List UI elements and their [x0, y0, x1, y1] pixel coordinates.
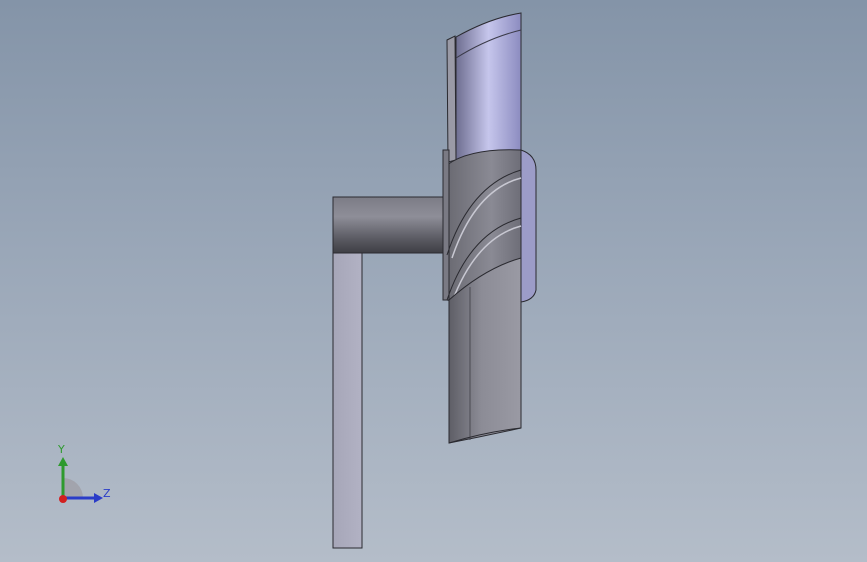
coordinate-triad: Y Z — [48, 440, 118, 510]
upper-blade[interactable] — [446, 12, 522, 166]
shaft[interactable] — [332, 196, 450, 254]
z-axis-label: Z — [103, 487, 111, 500]
support-post[interactable] — [332, 252, 363, 549]
rear-blade-edge[interactable] — [520, 149, 537, 303]
y-axis-label: Y — [58, 443, 65, 456]
graphics-viewport[interactable]: Y Z — [0, 0, 867, 562]
fan-assembly-model[interactable] — [0, 0, 867, 562]
